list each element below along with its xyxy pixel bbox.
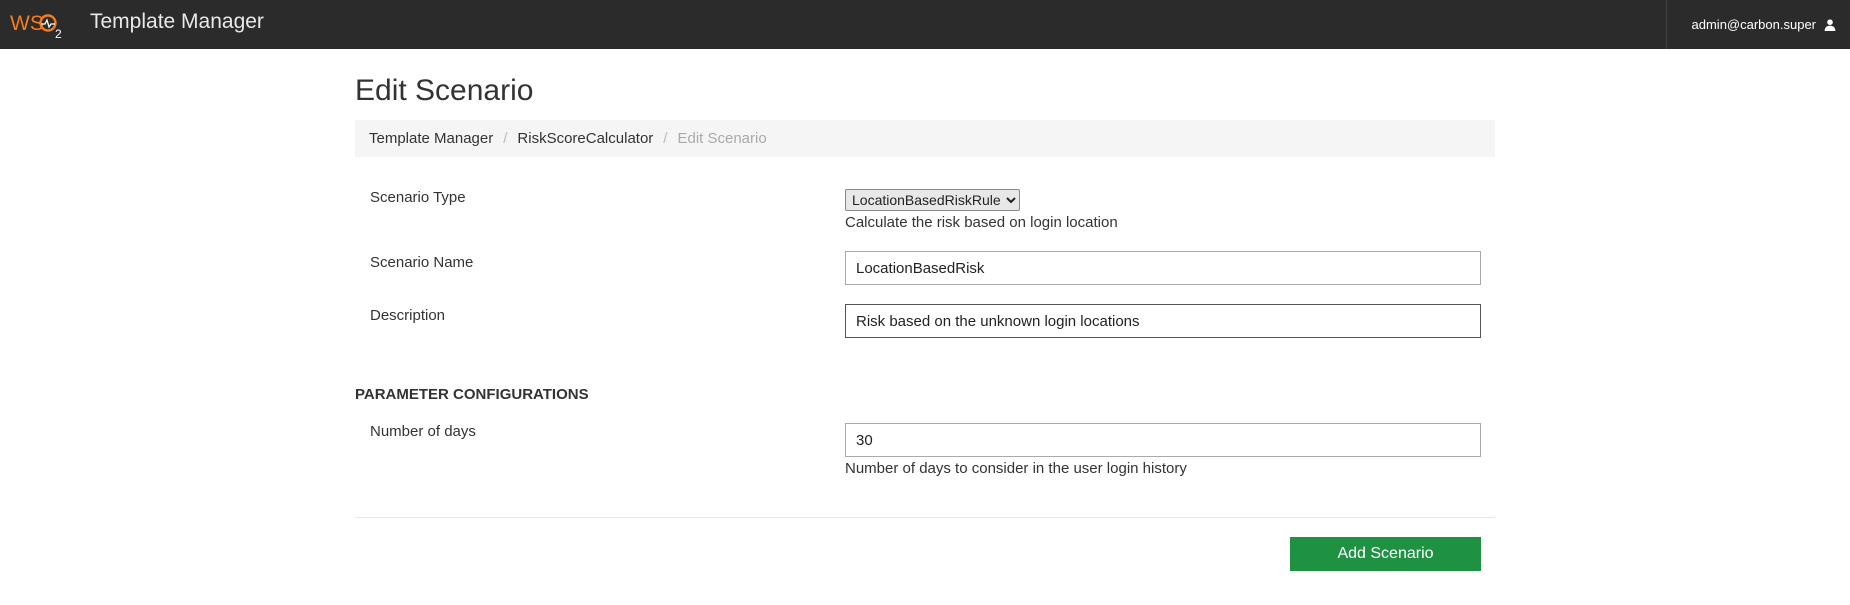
user-name: admin@carbon.super	[1691, 17, 1816, 32]
parameter-configurations-heading: PARAMETER CONFIGURATIONS	[355, 386, 589, 403]
scenario-type-label: Scenario Type	[370, 189, 466, 206]
page-title: Edit Scenario	[355, 74, 534, 107]
scenario-type-select[interactable]: LocationBasedRiskRule	[845, 189, 1020, 211]
number-of-days-input[interactable]	[845, 423, 1481, 457]
user-menu[interactable]: admin@carbon.super	[1666, 0, 1850, 49]
scenario-name-field	[845, 251, 1481, 285]
form-divider	[355, 517, 1495, 518]
svg-text:WS: WS	[10, 12, 44, 35]
description-field	[845, 304, 1481, 338]
scenario-name-label: Scenario Name	[370, 254, 474, 271]
svg-text:2: 2	[55, 27, 62, 39]
main-content: Edit Scenario Template Manager / RiskSco…	[355, 49, 1495, 571]
breadcrumb-risk-score-calculator[interactable]: RiskScoreCalculator	[517, 130, 653, 147]
scenario-name-input[interactable]	[845, 251, 1481, 285]
number-of-days-help: Number of days to consider in the user l…	[845, 460, 1187, 477]
number-of-days-field: Number of days to consider in the user l…	[845, 423, 1481, 477]
app-title[interactable]: Template Manager	[90, 9, 264, 35]
scenario-type-field: LocationBasedRiskRule Calculate the risk…	[845, 189, 1481, 231]
breadcrumb: Template Manager / RiskScoreCalculator /…	[355, 120, 1495, 157]
number-of-days-label: Number of days	[370, 423, 476, 440]
top-navbar: WS 2 Template Manager admin@carbon.super	[0, 0, 1850, 49]
breadcrumb-separator: /	[503, 130, 508, 147]
wso2-logo[interactable]: WS 2	[10, 6, 64, 42]
description-label: Description	[370, 307, 446, 324]
breadcrumb-separator: /	[663, 130, 668, 147]
description-input[interactable]	[845, 304, 1481, 338]
add-scenario-button[interactable]: Add Scenario	[1290, 537, 1481, 571]
wso2-logo-mark: WS 2	[10, 12, 62, 39]
scenario-type-help: Calculate the risk based on login locati…	[845, 214, 1118, 231]
user-icon	[1824, 18, 1836, 31]
breadcrumb-template-manager[interactable]: Template Manager	[369, 130, 493, 147]
breadcrumb-active: Edit Scenario	[677, 130, 767, 147]
